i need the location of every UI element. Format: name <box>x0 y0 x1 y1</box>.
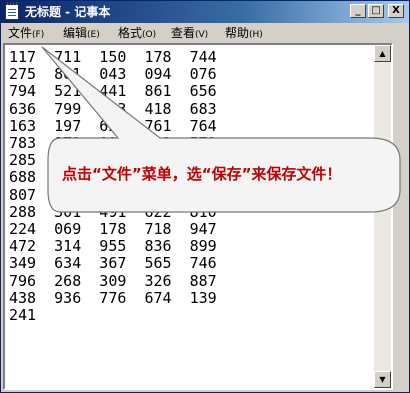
text-line: 288 301 491 622 810 <box>9 202 217 221</box>
text-line: 241 <box>9 306 37 325</box>
text-line: 285 846 716 214 716 <box>9 151 217 170</box>
text-line: 783 873 194 413 573 <box>9 134 217 153</box>
title-bar[interactable]: 无标题 - 记事本 _ □ X <box>1 1 409 23</box>
menu-edit[interactable]: 编辑(E) <box>63 23 100 43</box>
text-line: 472 314 955 836 899 <box>9 237 217 256</box>
text-line: 688 471 374 641 874 <box>9 168 217 187</box>
text-line: 636 799 203 418 683 <box>9 99 217 118</box>
text-line: 163 197 621 761 764 <box>9 116 217 135</box>
menu-view[interactable]: 查看(V) <box>171 23 208 43</box>
menu-format-accel: (O) <box>142 30 157 40</box>
arrow-up-icon[interactable]: ▲ <box>374 45 391 62</box>
text-line: 807 561 461 071 261 <box>9 185 217 204</box>
text-line: 438 936 776 674 139 <box>9 288 217 307</box>
text-line: 349 634 367 565 746 <box>9 254 217 273</box>
window-title: 无标题 - 记事本 <box>25 5 111 19</box>
menu-help[interactable]: 帮助(H) <box>225 23 263 43</box>
window-controls: _ □ X <box>348 4 404 20</box>
vertical-scrollbar[interactable]: ▲ ▼ <box>374 45 391 388</box>
arrow-down-icon[interactable]: ▼ <box>374 371 391 388</box>
notepad-window: 无标题 - 记事本 _ □ X 文件(F) 编辑(E) 格式(O) 查看(V) … <box>0 0 410 393</box>
menu-view-label: 查看 <box>171 26 196 40</box>
text-line: 794 521 441 861 656 <box>9 82 217 101</box>
notepad-icon <box>5 2 19 20</box>
menu-format-label: 格式 <box>118 26 143 40</box>
text-line: 796 268 309 326 887 <box>9 271 217 290</box>
menu-bar: 文件(F) 编辑(E) 格式(O) 查看(V) 帮助(H) <box>1 23 409 43</box>
text-line: 275 861 043 094 076 <box>9 65 217 84</box>
text-line: 117 711 150 178 744 <box>9 49 217 66</box>
menu-format[interactable]: 格式(O) <box>118 23 156 43</box>
minimize-button[interactable]: _ <box>350 4 366 18</box>
menu-help-accel: (H) <box>249 30 263 40</box>
menu-edit-accel: (E) <box>87 30 100 40</box>
text-line: 224 069 178 718 947 <box>9 220 217 239</box>
menu-view-accel: (V) <box>195 30 209 40</box>
editor-area[interactable]: 117 711 150 178 744 275 861 043 094 076 79… <box>3 43 393 390</box>
close-button[interactable]: X <box>388 4 404 18</box>
menu-file[interactable]: 文件(F) <box>8 23 44 43</box>
maximize-button[interactable]: □ <box>368 4 384 18</box>
menu-file-label: 文件 <box>8 26 33 40</box>
menu-edit-label: 编辑 <box>63 26 88 40</box>
text-content[interactable]: 117 711 150 178 744 275 861 043 094 076 79… <box>9 49 379 385</box>
menu-help-label: 帮助 <box>225 26 250 40</box>
menu-file-accel: (F) <box>32 30 45 40</box>
